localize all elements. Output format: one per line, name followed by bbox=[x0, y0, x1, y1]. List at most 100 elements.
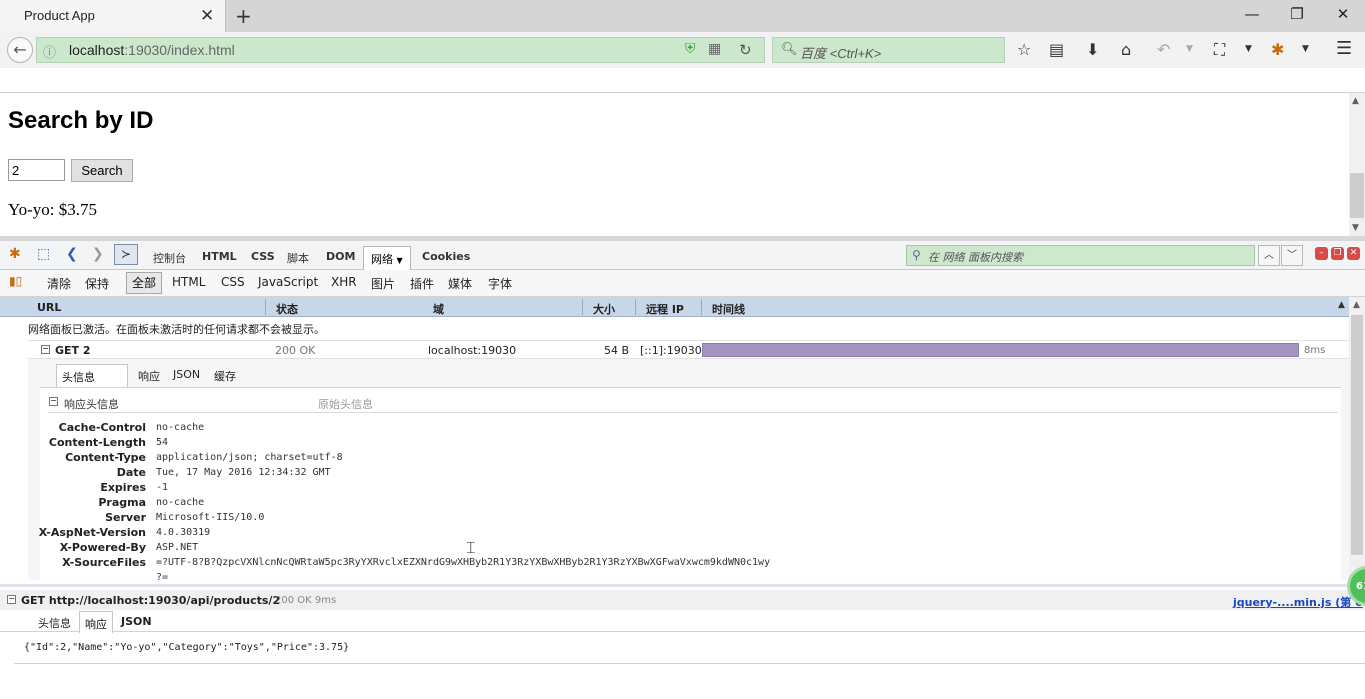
search-next-icon[interactable]: ﹀ bbox=[1281, 245, 1303, 266]
col-url[interactable]: URL bbox=[37, 301, 61, 314]
crop-dropdown-icon[interactable]: ▼ bbox=[1245, 44, 1252, 54]
filter-images-button[interactable]: 图片 bbox=[371, 275, 395, 292]
col-divider[interactable] bbox=[701, 299, 702, 315]
filter-html-button[interactable]: HTML bbox=[172, 275, 205, 289]
tab-json[interactable]: JSON bbox=[173, 368, 200, 381]
header-row: X-Powered-By ASP.NET bbox=[40, 541, 1330, 556]
tab-html[interactable]: HTML bbox=[202, 250, 237, 263]
maximize-button[interactable]: ❐ bbox=[1274, 5, 1320, 23]
scroll-up-icon[interactable]: ▲ bbox=[1352, 96, 1359, 106]
filter-js-button[interactable]: JavaScript bbox=[258, 275, 318, 289]
console-tab-json[interactable]: JSON bbox=[121, 615, 152, 628]
firebug-menu-icon[interactable]: ✱ bbox=[9, 246, 21, 262]
net-scrollbar[interactable]: ▲ bbox=[1349, 297, 1365, 580]
inspect-icon[interactable]: ⬚ bbox=[37, 246, 50, 262]
search-prev-icon[interactable]: ︿ bbox=[1258, 245, 1280, 266]
tab-net[interactable]: 网络 ▼ bbox=[363, 246, 411, 271]
tab-cookies[interactable]: Cookies bbox=[422, 250, 470, 263]
search-button[interactable]: Search bbox=[71, 159, 133, 182]
tab-console[interactable]: 控制台 bbox=[153, 250, 186, 266]
tab-net-dropdown-icon[interactable]: ▼ bbox=[397, 256, 403, 265]
minimize-firebug-icon[interactable]: – bbox=[1315, 247, 1328, 260]
clear-button[interactable]: 清除 bbox=[47, 275, 71, 292]
tab-headers[interactable]: 头信息 bbox=[56, 364, 128, 387]
tab-close-icon[interactable]: ✕ bbox=[200, 6, 214, 26]
collapse-icon[interactable]: − bbox=[49, 397, 58, 406]
reading-list-icon[interactable]: ▤ bbox=[1049, 40, 1064, 59]
col-timeline[interactable]: 时间线 bbox=[712, 301, 745, 317]
filter-xhr-button[interactable]: XHR bbox=[331, 275, 357, 289]
request-row[interactable]: − GET 2 200 OK localhost:19030 54 B [::1… bbox=[28, 340, 1349, 359]
product-result: Yo-yo: $3.75 bbox=[8, 200, 97, 219]
sort-arrow-icon[interactable]: ▲ bbox=[1338, 300, 1345, 310]
source-link[interactable]: jquery-....min.js (第 6 bbox=[1233, 594, 1363, 610]
scroll-up-icon[interactable]: ▲ bbox=[1353, 300, 1360, 310]
back-button[interactable]: ← bbox=[7, 37, 33, 63]
close-window-button[interactable]: ✕ bbox=[1320, 5, 1365, 23]
browser-tab[interactable]: Product App ✕ bbox=[0, 0, 226, 32]
detach-firebug-icon[interactable]: ❐ bbox=[1331, 247, 1344, 260]
menu-icon[interactable]: ☰ bbox=[1336, 38, 1352, 59]
col-divider[interactable] bbox=[265, 299, 266, 315]
bookmark-star-icon[interactable]: ☆ bbox=[1017, 40, 1031, 59]
filter-css-button[interactable]: CSS bbox=[221, 275, 245, 289]
download-icon[interactable]: ⬇ bbox=[1086, 40, 1099, 59]
reload-icon[interactable]: ↻ bbox=[739, 41, 752, 59]
home-icon[interactable]: ⌂ bbox=[1121, 40, 1131, 59]
header-value: Tue, 17 May 2016 12:34:32 GMT bbox=[156, 467, 331, 478]
prev-panel-icon[interactable]: ❮ bbox=[66, 246, 78, 262]
next-panel-icon[interactable]: ❯ bbox=[92, 246, 104, 262]
url-bar[interactable]: ⓘ localhost:19030/index.html ⛨ ▦ ↻ bbox=[36, 37, 765, 63]
console-tab-headers[interactable]: 头信息 bbox=[38, 615, 71, 631]
filter-fonts-button[interactable]: 字体 bbox=[488, 275, 512, 292]
col-divider[interactable] bbox=[635, 299, 636, 315]
filter-all-button[interactable]: 全部 bbox=[126, 272, 162, 294]
tab-css[interactable]: CSS bbox=[251, 250, 275, 263]
collapse-icon[interactable]: − bbox=[41, 345, 50, 354]
col-divider[interactable] bbox=[582, 299, 583, 315]
console-request-row[interactable]: − GET http://localhost:19030/api/product… bbox=[0, 590, 1365, 610]
minimize-button[interactable]: — bbox=[1229, 5, 1275, 23]
net-scroll-thumb[interactable] bbox=[1351, 315, 1363, 555]
net-panel-icon[interactable]: ▮▯ bbox=[9, 274, 22, 288]
page-scrollbar[interactable]: ▲ ▼ bbox=[1349, 93, 1365, 236]
console-tab-response[interactable]: 响应 bbox=[79, 611, 113, 633]
scroll-down-icon[interactable]: ▼ bbox=[1352, 223, 1359, 233]
header-name: Cache-Control bbox=[58, 421, 146, 434]
header-row: Pragma no-cache bbox=[40, 496, 1330, 511]
crop-icon[interactable]: ⛶ bbox=[1214, 40, 1225, 60]
raw-headers-link[interactable]: 原始头信息 bbox=[318, 396, 373, 412]
qr-code-icon[interactable]: ▦ bbox=[708, 41, 721, 57]
net-search-input[interactable]: ⚲ 在 网络 面板内搜索 bbox=[906, 245, 1255, 266]
new-tab-button[interactable]: + bbox=[235, 4, 252, 28]
page-scroll-thumb[interactable] bbox=[1350, 173, 1364, 218]
header-name: X-SourceFiles bbox=[62, 556, 146, 569]
col-size[interactable]: 大小 bbox=[593, 301, 615, 317]
tab-script[interactable]: 脚本 bbox=[287, 250, 309, 266]
firebug-dropdown-icon[interactable]: ▼ bbox=[1302, 44, 1309, 54]
undo-icon[interactable]: ↶ bbox=[1157, 40, 1170, 59]
info-icon[interactable]: ⓘ bbox=[43, 42, 56, 61]
url-host: localhost bbox=[69, 42, 125, 58]
tab-cache[interactable]: 缓存 bbox=[214, 368, 236, 384]
close-firebug-icon[interactable]: ✕ bbox=[1347, 247, 1360, 260]
header-value: 4.0.30319 bbox=[156, 527, 211, 538]
search-bar[interactable]: 🔍︎ 百度 <Ctrl+K> bbox=[772, 37, 1005, 63]
persist-button[interactable]: 保持 bbox=[85, 275, 109, 292]
col-domain[interactable]: 域 bbox=[433, 301, 444, 317]
undo-dropdown-icon[interactable]: ▼ bbox=[1186, 44, 1193, 54]
filter-plugins-button[interactable]: 插件 bbox=[410, 275, 434, 292]
timeline-bar[interactable] bbox=[702, 343, 1299, 357]
col-status[interactable]: 状态 bbox=[276, 301, 298, 317]
firebug-icon[interactable]: ✱ bbox=[1271, 40, 1284, 59]
tab-dom[interactable]: DOM bbox=[326, 250, 355, 263]
col-remote-ip[interactable]: 远程 IP bbox=[646, 301, 684, 317]
id-input[interactable] bbox=[8, 159, 65, 181]
shield-icon[interactable]: ⛨ bbox=[685, 41, 696, 57]
tab-response[interactable]: 响应 bbox=[138, 368, 160, 384]
collapse-icon[interactable]: − bbox=[7, 595, 16, 604]
request-remote-ip: [::1]:19030 bbox=[640, 344, 702, 357]
command-line-icon[interactable]: ≻ bbox=[114, 244, 138, 265]
filter-media-button[interactable]: 媒体 bbox=[448, 275, 472, 292]
header-value: ASP.NET bbox=[156, 542, 199, 553]
